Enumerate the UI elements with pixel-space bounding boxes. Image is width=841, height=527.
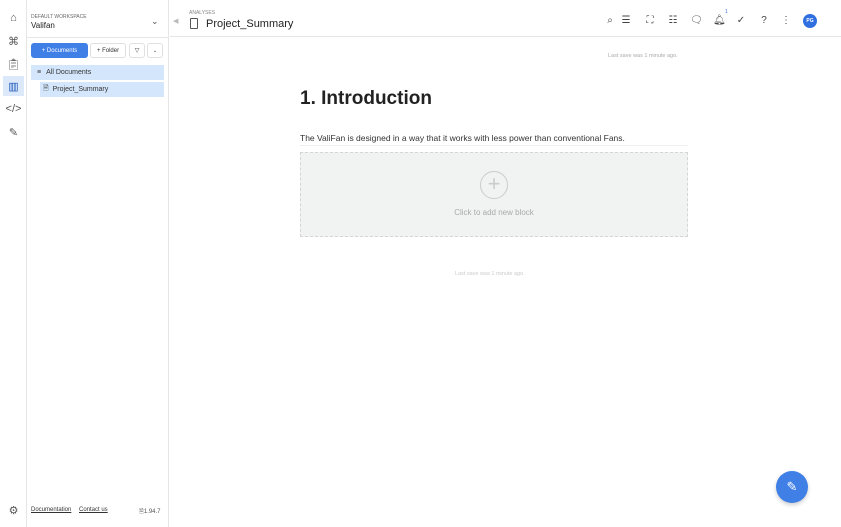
settings-icon[interactable]: ⚙ — [3, 500, 24, 520]
paragraph-block[interactable]: The ValiFan is designed in a way that it… — [300, 133, 688, 146]
add-block-button[interactable]: + Click to add new block — [300, 152, 688, 237]
contact-link[interactable]: Contact us — [79, 507, 108, 513]
add-documents-button[interactable]: + Documents — [31, 43, 88, 58]
document-icon: 🗎 — [43, 85, 49, 92]
outline-icon[interactable]: ☰ — [620, 15, 632, 26]
tree-item-label: Project_Summary — [52, 86, 109, 93]
last-save-status-bottom: Last save was 1 minute ago. — [455, 271, 525, 277]
version-number: 1.94.7 — [143, 509, 161, 515]
more-icon[interactable]: ⋮ — [780, 15, 792, 26]
filter-icon[interactable]: ▽ — [129, 43, 145, 58]
add-block-label: Click to add new block — [454, 208, 534, 217]
breadcrumb[interactable]: ANALYSES — [189, 10, 215, 16]
pencil-icon: ✎ — [786, 479, 798, 494]
document-icon — [190, 18, 198, 29]
home-icon[interactable]: ⌂ — [3, 8, 24, 28]
hierarchy-icon[interactable]: ⌘ — [3, 31, 24, 51]
collapse-sidebar-icon[interactable]: ◀ — [173, 17, 178, 25]
tree-item-label: All Documents — [46, 69, 92, 76]
code-icon[interactable]: </> — [3, 99, 24, 119]
bell-icon[interactable]: 🔔︎ — [713, 15, 726, 26]
search-icon[interactable]: ⌕ — [604, 15, 616, 26]
check-circle-icon[interactable]: ✓ — [735, 15, 747, 26]
document-sidebar: DEFAULT WORKSPACE Valifan ⌄ + Documents … — [27, 0, 169, 527]
sort-icon[interactable]: ⌄ — [147, 43, 163, 58]
edit-fab-button[interactable]: ✎ — [776, 471, 808, 503]
chevron-down-icon[interactable]: ⌄ — [151, 16, 159, 27]
icon-rail: ⌂ ⌘ 📋︎ ▥ </> ✎ ⚙ — [0, 0, 27, 527]
fullscreen-icon[interactable]: ⛶ — [644, 15, 656, 26]
notification-badge: 1 — [725, 9, 728, 15]
comments-icon[interactable]: 🗨︎ — [690, 15, 703, 26]
pencil-icon[interactable]: ✎ — [3, 122, 24, 142]
avatar[interactable]: PG — [803, 14, 817, 28]
tree-item-all-documents[interactable]: ≡ All Documents — [31, 65, 164, 80]
clipboard-icon[interactable]: 📋︎ — [3, 54, 24, 74]
help-icon[interactable]: ? — [758, 15, 770, 26]
version-label: 🗎1.94.7 — [139, 507, 161, 517]
top-bar: ◀ ANALYSES Project_Summary ⌕ ☰ ⛶ ☷ 🗨︎ 🔔︎… — [170, 0, 841, 37]
section-heading[interactable]: 1. Introduction — [300, 88, 432, 110]
last-save-status: Last save was 1 minute ago. — [608, 53, 678, 59]
documentation-link[interactable]: Documentation — [31, 507, 71, 513]
add-folder-button[interactable]: + Folder — [90, 43, 126, 58]
divider — [27, 37, 169, 38]
tree-item-project-summary[interactable]: 🗎 Project_Summary — [40, 82, 164, 97]
checklist-icon[interactable]: ☷ — [667, 15, 679, 26]
workspace-label: DEFAULT WORKSPACE — [31, 14, 87, 20]
list-icon: ≡ — [37, 69, 42, 76]
page-title: Project_Summary — [206, 18, 294, 30]
analyses-icon[interactable]: ▥ — [3, 76, 24, 96]
plus-circle-icon: + — [480, 171, 508, 199]
workspace-name[interactable]: Valifan — [31, 21, 55, 30]
